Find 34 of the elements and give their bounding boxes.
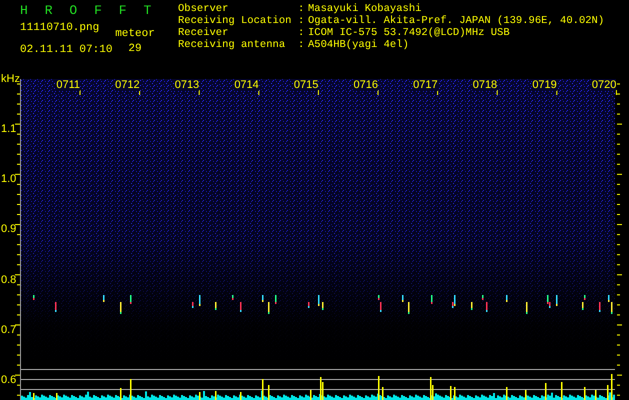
- info-label: Receiving antenna: [178, 39, 286, 51]
- frequency-label: 0.6: [1, 374, 16, 386]
- axis-unit: kHz: [1, 73, 20, 85]
- frequency-label: 0.8: [1, 274, 16, 286]
- time-label: 0717: [412, 79, 438, 91]
- frequency-label: 1.0: [1, 173, 16, 186]
- separator: :: [298, 15, 306, 27]
- info-label: Receiving Location: [178, 15, 292, 27]
- file-name: 11110710.png: [20, 22, 100, 34]
- frequency-label: 0.9: [1, 223, 16, 236]
- meteor-count-label: meteor: [115, 28, 155, 40]
- separator: :: [298, 3, 306, 15]
- info-value: ICOM IC-575 53.7492(@LCD)MHz USB: [308, 27, 510, 39]
- app-title: H R O F F T: [20, 3, 156, 19]
- time-label: 0720: [591, 79, 616, 91]
- time-label: 0713: [174, 79, 200, 91]
- meteor-count: 29: [128, 43, 142, 55]
- frequency-label: 0.7: [1, 324, 16, 336]
- frequency-label: 1.1: [1, 123, 16, 135]
- time-label: 0712: [114, 79, 140, 91]
- time-label: 0711: [55, 79, 80, 91]
- separator: :: [298, 27, 306, 39]
- info-value: Ogata-vill. Akita-Pref. JAPAN (139.96E, 40.02N): [308, 15, 604, 27]
- info-value: A504HB(yagi 4el): [308, 39, 409, 51]
- separator: :: [298, 39, 306, 51]
- timestamp: 02.11.11 07:10: [20, 44, 112, 56]
- time-label: 0718: [472, 79, 498, 91]
- time-label: 0714: [234, 79, 259, 91]
- info-value: Masayuki Kobayashi: [308, 3, 422, 15]
- time-label: 0719: [532, 79, 557, 91]
- info-label: Observer: [178, 3, 230, 15]
- time-label: 0716: [353, 79, 378, 91]
- info-label: Receiver: [178, 27, 230, 39]
- time-label: 0715: [293, 79, 318, 91]
